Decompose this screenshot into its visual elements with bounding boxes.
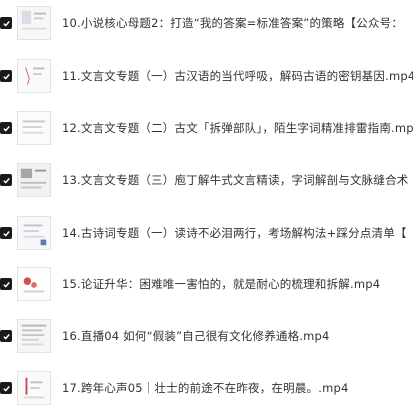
file-row[interactable]: 14.古诗词专题（一）读诗不必泪两行，考场解构法+踩分点清单【	[0, 213, 413, 253]
video-thumbnail[interactable]	[17, 6, 51, 40]
file-row[interactable]: 11.文言文专题（一）古汉语的当代呼吸，解码古语的密钥基因.mp4	[0, 56, 413, 96]
check-icon	[2, 20, 10, 27]
row-checkbox[interactable]	[0, 278, 12, 290]
file-name: 14.古诗词专题（一）读诗不必泪两行，考场解构法+踩分点清单【	[62, 226, 407, 240]
check-icon	[2, 385, 10, 392]
file-list: 10.小说核心母题2：打造“我的答案=标准答案”的策略【公众号： 11.文言文专…	[0, 0, 413, 413]
file-name: 15.论证升华：困难唯一害怕的，就是耐心的梳理和拆解.mp4	[62, 277, 381, 291]
video-thumbnail[interactable]	[17, 111, 51, 145]
file-row[interactable]: 17.跨年心声05｜壮士的前途不在昨夜，在明晨。.mp4	[0, 368, 413, 408]
check-icon	[2, 230, 10, 237]
video-thumbnail[interactable]	[17, 163, 51, 197]
video-thumbnail[interactable]	[17, 216, 51, 250]
file-row[interactable]: 10.小说核心母题2：打造“我的答案=标准答案”的策略【公众号：	[0, 3, 413, 43]
row-checkbox[interactable]	[0, 17, 12, 29]
file-name: 17.跨年心声05｜壮士的前途不在昨夜，在明晨。.mp4	[62, 381, 349, 395]
check-icon	[2, 281, 10, 288]
row-checkbox[interactable]	[0, 122, 12, 134]
check-icon	[2, 333, 10, 340]
video-thumbnail[interactable]	[17, 267, 51, 301]
file-name: 13.文言文专题（三）庖丁解牛式文言精读，字词解剖与文脉缝合术	[62, 173, 409, 187]
file-name: 12.文言文专题（二）古文「拆弹部队」，陌生字词精准排雷指南.mp4	[62, 121, 413, 135]
file-name: 11.文言文专题（一）古汉语的当代呼吸，解码古语的密钥基因.mp4	[62, 69, 413, 83]
file-row[interactable]: 15.论证升华：困难唯一害怕的，就是耐心的梳理和拆解.mp4	[0, 264, 413, 304]
video-thumbnail[interactable]	[17, 371, 51, 405]
row-checkbox[interactable]	[0, 174, 12, 186]
row-checkbox[interactable]	[0, 227, 12, 239]
file-row[interactable]: 16.直播04 如何“假装”自己很有文化修养通格.mp4	[0, 316, 413, 356]
check-icon	[2, 177, 10, 184]
row-checkbox[interactable]	[0, 330, 12, 342]
file-name: 10.小说核心母题2：打造“我的答案=标准答案”的策略【公众号：	[62, 16, 404, 30]
video-thumbnail[interactable]	[17, 319, 51, 353]
file-row[interactable]: 13.文言文专题（三）庖丁解牛式文言精读，字词解剖与文脉缝合术	[0, 160, 413, 200]
video-thumbnail[interactable]	[17, 59, 51, 93]
row-checkbox[interactable]	[0, 382, 12, 394]
check-icon	[2, 125, 10, 132]
row-checkbox[interactable]	[0, 70, 12, 82]
file-row[interactable]: 12.文言文专题（二）古文「拆弹部队」，陌生字词精准排雷指南.mp4	[0, 108, 413, 148]
file-name: 16.直播04 如何“假装”自己很有文化修养通格.mp4	[62, 329, 330, 343]
check-icon	[2, 73, 10, 80]
